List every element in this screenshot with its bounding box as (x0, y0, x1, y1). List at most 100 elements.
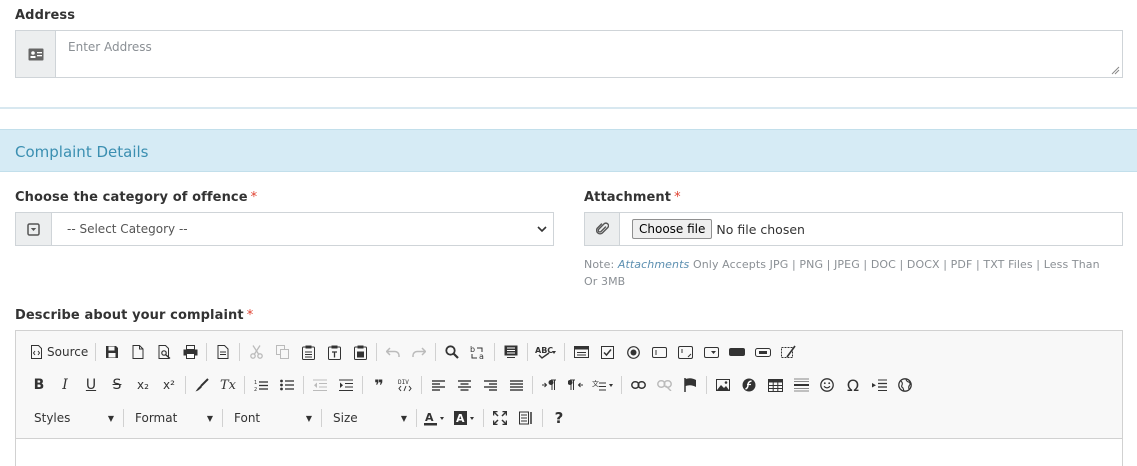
font-label: Font (234, 411, 261, 425)
bulleted-list-button[interactable] (274, 373, 300, 397)
language-icon: 文 (592, 379, 613, 390)
align-right-button[interactable] (477, 373, 503, 397)
attachment-label: Attachment * (584, 190, 681, 205)
choose-file-button[interactable]: Choose file (632, 219, 713, 239)
button-field-button[interactable] (724, 340, 750, 364)
hidden-field-button[interactable] (776, 340, 802, 364)
background-color-button[interactable]: A (450, 406, 480, 430)
toolbar-row-2: B I U S x₂ x² Tx 12 ❞ DIV 文 Ω (26, 371, 918, 399)
horizontal-rule-button[interactable] (788, 373, 814, 397)
special-char-button[interactable]: Ω (840, 373, 866, 397)
spellcheck-button[interactable]: ABC (531, 340, 561, 364)
size-combo[interactable]: Size ▼ (325, 407, 413, 429)
radio-icon (626, 345, 640, 359)
text-color-button[interactable]: A (420, 406, 450, 430)
bold-button[interactable]: B (26, 373, 52, 397)
copy-button[interactable] (269, 340, 295, 364)
iframe-button[interactable] (892, 373, 918, 397)
copy-formatting-button[interactable] (189, 373, 215, 397)
checkbox-button[interactable] (594, 340, 620, 364)
image-button-icon (755, 347, 772, 357)
undo-button[interactable] (380, 340, 406, 364)
attachment-file-input[interactable]: Choose file No file chosen (620, 212, 1123, 246)
unlink-button[interactable] (651, 373, 677, 397)
help-button[interactable]: ? (546, 406, 572, 430)
toolbar-separator (321, 409, 322, 427)
preview-button[interactable] (151, 340, 177, 364)
language-button[interactable]: 文 (588, 373, 618, 397)
find-button[interactable] (439, 340, 465, 364)
flash-button[interactable] (736, 373, 762, 397)
svg-text:DIV: DIV (398, 379, 409, 386)
required-mark: * (674, 190, 681, 205)
editor-content-area[interactable] (16, 439, 1122, 466)
select-field-button[interactable] (698, 340, 724, 364)
format-combo[interactable]: Format ▼ (127, 407, 219, 429)
checkbox-icon (600, 345, 614, 359)
complaint-section-header: Complaint Details (0, 129, 1137, 172)
toolbar-row-3: Styles ▼ Format ▼ Font ▼ Size ▼ A A ? (26, 404, 572, 432)
category-select[interactable]: -- Select Category -- (52, 212, 554, 246)
numbered-list-button[interactable]: 12 (248, 373, 274, 397)
table-button[interactable] (762, 373, 788, 397)
address-textarea[interactable]: Enter Address (56, 30, 1123, 78)
text-field-button[interactable] (646, 340, 672, 364)
align-left-button[interactable] (425, 373, 451, 397)
justify-button[interactable] (503, 373, 529, 397)
outdent-button[interactable] (307, 373, 333, 397)
new-page-icon (132, 345, 144, 359)
replace-button[interactable]: ba (465, 340, 491, 364)
form-button[interactable] (568, 340, 594, 364)
new-page-button[interactable] (125, 340, 151, 364)
select-field-icon (703, 346, 719, 358)
save-button[interactable] (99, 340, 125, 364)
description-label: Describe about your complaint * (15, 308, 254, 323)
radio-button[interactable] (620, 340, 646, 364)
paste-word-icon (353, 345, 367, 360)
outdent-icon (313, 379, 327, 391)
cut-button[interactable] (243, 340, 269, 364)
print-button[interactable] (177, 340, 203, 364)
anchor-button[interactable] (677, 373, 703, 397)
italic-button[interactable]: I (52, 373, 78, 397)
redo-button[interactable] (406, 340, 432, 364)
image-button-field-button[interactable] (750, 340, 776, 364)
link-button[interactable] (625, 373, 651, 397)
text-direction-ltr-icon (541, 379, 556, 390)
toolbar-separator (706, 376, 707, 394)
blockquote-button[interactable]: ❞ (366, 373, 392, 397)
resize-handle-icon[interactable] (1111, 66, 1120, 75)
font-combo[interactable]: Font ▼ (226, 407, 318, 429)
select-all-button[interactable] (498, 340, 524, 364)
rtl-button[interactable] (562, 373, 588, 397)
underline-button[interactable]: U (78, 373, 104, 397)
smiley-button[interactable] (814, 373, 840, 397)
subscript-button[interactable]: x₂ (130, 373, 156, 397)
caret-down-icon: ▼ (206, 413, 213, 423)
form-icon (573, 346, 589, 358)
create-div-button[interactable]: DIV (392, 373, 418, 397)
section-divider (0, 107, 1137, 109)
indent-icon (339, 379, 353, 391)
indent-button[interactable] (333, 373, 359, 397)
remove-format-button[interactable]: Tx (215, 373, 241, 397)
page-break-button[interactable] (866, 373, 892, 397)
textarea-button[interactable] (672, 340, 698, 364)
maximize-button[interactable] (487, 406, 513, 430)
templates-button[interactable] (210, 340, 236, 364)
styles-combo[interactable]: Styles ▼ (26, 407, 120, 429)
find-icon (445, 345, 459, 359)
strikethrough-button[interactable]: S (104, 373, 130, 397)
show-blocks-button[interactable] (513, 406, 539, 430)
source-button[interactable]: Source (26, 340, 92, 364)
paste-button[interactable] (295, 340, 321, 364)
image-button[interactable] (710, 373, 736, 397)
paste-word-button[interactable] (347, 340, 373, 364)
ltr-button[interactable] (536, 373, 562, 397)
toolbar-row-1: Source ba ABC (26, 338, 802, 366)
table-icon (767, 378, 783, 392)
align-center-button[interactable] (451, 373, 477, 397)
attachment-note: Note: Attachments Only Accepts JPG | PNG… (584, 258, 1100, 288)
paste-text-button[interactable] (321, 340, 347, 364)
superscript-button[interactable]: x² (156, 373, 182, 397)
